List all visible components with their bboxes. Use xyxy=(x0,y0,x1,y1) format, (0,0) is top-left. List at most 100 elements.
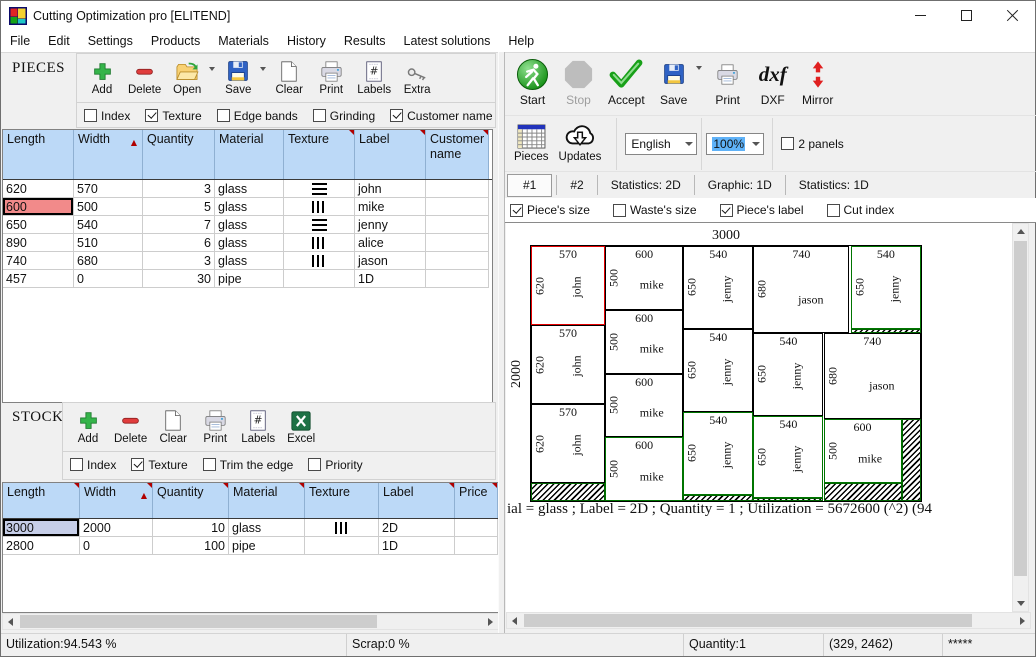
cell-length[interactable]: 600 xyxy=(3,198,74,216)
clear-button[interactable]: Clear xyxy=(270,56,308,97)
scrollbar-thumb[interactable] xyxy=(20,615,377,628)
cell-texture[interactable] xyxy=(305,537,379,555)
cell-label[interactable]: 1D xyxy=(355,270,426,288)
stock-horizontal-scrollbar[interactable] xyxy=(2,613,499,630)
piece-mike[interactable]: 600500mike xyxy=(605,374,683,438)
tab-statistics-1d[interactable]: Statistics: 1D xyxy=(786,178,882,192)
labels-button[interactable]: #Labels xyxy=(354,56,394,97)
cell-label[interactable]: 2D xyxy=(379,519,455,537)
cell-customer-name[interactable] xyxy=(426,216,489,234)
scroll-down-icon[interactable] xyxy=(1013,596,1028,611)
mirror-button[interactable]: Mirror xyxy=(799,55,837,107)
piece-jenny[interactable]: 540650jenny xyxy=(683,412,753,495)
cell-customer-name[interactable] xyxy=(426,234,489,252)
column-header-customer-name[interactable]: Customer name xyxy=(426,130,489,179)
edge-bands-checkbox[interactable]: Edge bands xyxy=(217,109,298,123)
texture-checkbox[interactable]: Texture xyxy=(131,458,187,472)
cell-width[interactable]: 540 xyxy=(74,216,143,234)
trim-the-edge-checkbox[interactable]: Trim the edge xyxy=(203,458,294,472)
add-button[interactable]: Add xyxy=(69,405,107,446)
column-header-quantity[interactable]: Quantity xyxy=(143,130,215,179)
piece-jason[interactable]: 740680jason xyxy=(824,333,922,420)
minimize-button[interactable] xyxy=(897,1,943,30)
cell-length[interactable]: 620 xyxy=(3,180,74,198)
cell-width[interactable]: 2000 xyxy=(80,519,153,537)
menu-results[interactable]: Results xyxy=(335,31,395,52)
cell-texture[interactable] xyxy=(284,180,355,198)
delete-button[interactable]: Delete xyxy=(111,405,150,446)
column-header-label[interactable]: Label xyxy=(379,483,455,518)
excel-button[interactable]: Excel xyxy=(282,405,320,446)
labels-button[interactable]: #Labels xyxy=(238,405,278,446)
cell-width[interactable]: 510 xyxy=(74,234,143,252)
cut-index-checkbox[interactable]: Cut index xyxy=(827,203,895,217)
cell-material[interactable]: pipe xyxy=(229,537,305,555)
updates-button[interactable]: Updates xyxy=(556,123,605,164)
menu-file[interactable]: File xyxy=(1,31,39,52)
cell-material[interactable]: glass xyxy=(215,180,284,198)
piece-john[interactable]: 570620john xyxy=(531,246,605,325)
piece-jenny[interactable]: 540650jenny xyxy=(683,246,753,329)
cell-length[interactable]: 2800 xyxy=(3,537,80,555)
table-row[interactable]: 6505407glassjenny xyxy=(3,216,492,234)
piece-s-label-checkbox[interactable]: Piece's label xyxy=(720,203,804,217)
dropdown-arrow-icon[interactable] xyxy=(209,67,215,71)
table-row[interactable]: 7406803glassjason xyxy=(3,252,492,270)
diagram-horizontal-scrollbar[interactable] xyxy=(506,612,1031,629)
column-header-length[interactable]: Length xyxy=(3,130,74,179)
cell-length[interactable]: 457 xyxy=(3,270,74,288)
save-button[interactable]: Save xyxy=(219,56,257,97)
menu-edit[interactable]: Edit xyxy=(39,31,79,52)
piece-mike[interactable]: 600500mike xyxy=(824,419,902,483)
diagram-vertical-scrollbar[interactable] xyxy=(1012,223,1029,612)
cell-customer-name[interactable] xyxy=(426,270,489,288)
column-header-texture[interactable]: Texture xyxy=(284,130,355,179)
scrollbar-thumb[interactable] xyxy=(524,614,972,627)
piece-mike[interactable]: 600500mike xyxy=(605,437,683,501)
cell-customer-name[interactable] xyxy=(426,180,489,198)
piece-s-size-checkbox[interactable]: Piece's size xyxy=(510,203,590,217)
cell-width[interactable]: 500 xyxy=(74,198,143,216)
column-header-length[interactable]: Length xyxy=(3,483,80,518)
piece-mike[interactable]: 600500mike xyxy=(605,310,683,374)
cell-quantity[interactable]: 10 xyxy=(153,519,229,537)
piece-jenny[interactable]: 540650jenny xyxy=(683,329,753,412)
cell-material[interactable]: glass xyxy=(229,519,305,537)
dropdown-arrow-icon[interactable] xyxy=(696,66,702,70)
two-panels-checkbox[interactable]: 2 panels xyxy=(781,137,843,151)
cell-price[interactable] xyxy=(455,537,498,555)
cell-material[interactable]: glass xyxy=(215,252,284,270)
cell-texture[interactable] xyxy=(284,198,355,216)
piece-jenny[interactable]: 540650jenny xyxy=(753,333,823,416)
cell-label[interactable]: alice xyxy=(355,234,426,252)
piece-john[interactable]: 570620john xyxy=(531,325,605,404)
piece-jason[interactable]: 740680jason xyxy=(753,246,849,333)
menu-settings[interactable]: Settings xyxy=(79,31,142,52)
print-button[interactable]: Print xyxy=(709,55,747,107)
cell-texture[interactable] xyxy=(284,216,355,234)
column-header-width[interactable]: Width▲ xyxy=(74,130,143,179)
cell-length[interactable]: 3000 xyxy=(3,519,80,537)
texture-checkbox[interactable]: Texture xyxy=(145,109,201,123)
zoom-select[interactable]: 100% xyxy=(706,133,764,155)
print-button[interactable]: Print xyxy=(196,405,234,446)
cell-width[interactable]: 0 xyxy=(74,270,143,288)
stop-button[interactable]: Stop xyxy=(559,55,598,107)
cell-width[interactable]: 680 xyxy=(74,252,143,270)
scrollbar-thumb[interactable] xyxy=(1014,241,1027,576)
cell-quantity[interactable]: 7 xyxy=(143,216,215,234)
column-header-material[interactable]: Material xyxy=(229,483,305,518)
cell-material[interactable]: glass xyxy=(215,198,284,216)
cell-quantity[interactable]: 3 xyxy=(143,252,215,270)
scroll-up-icon[interactable] xyxy=(1013,224,1028,239)
waste-s-size-checkbox[interactable]: Waste's size xyxy=(613,203,697,217)
dxf-button[interactable]: dxfDXF xyxy=(754,55,792,107)
column-header-material[interactable]: Material xyxy=(215,130,284,179)
cell-quantity[interactable]: 30 xyxy=(143,270,215,288)
print-button[interactable]: Print xyxy=(312,56,350,97)
piece-mike[interactable]: 600500mike xyxy=(605,246,683,310)
piecesgrid-button[interactable]: Pieces xyxy=(511,123,552,164)
delete-button[interactable]: Delete xyxy=(125,56,164,97)
clear-button[interactable]: Clear xyxy=(154,405,192,446)
cell-label[interactable]: jason xyxy=(355,252,426,270)
